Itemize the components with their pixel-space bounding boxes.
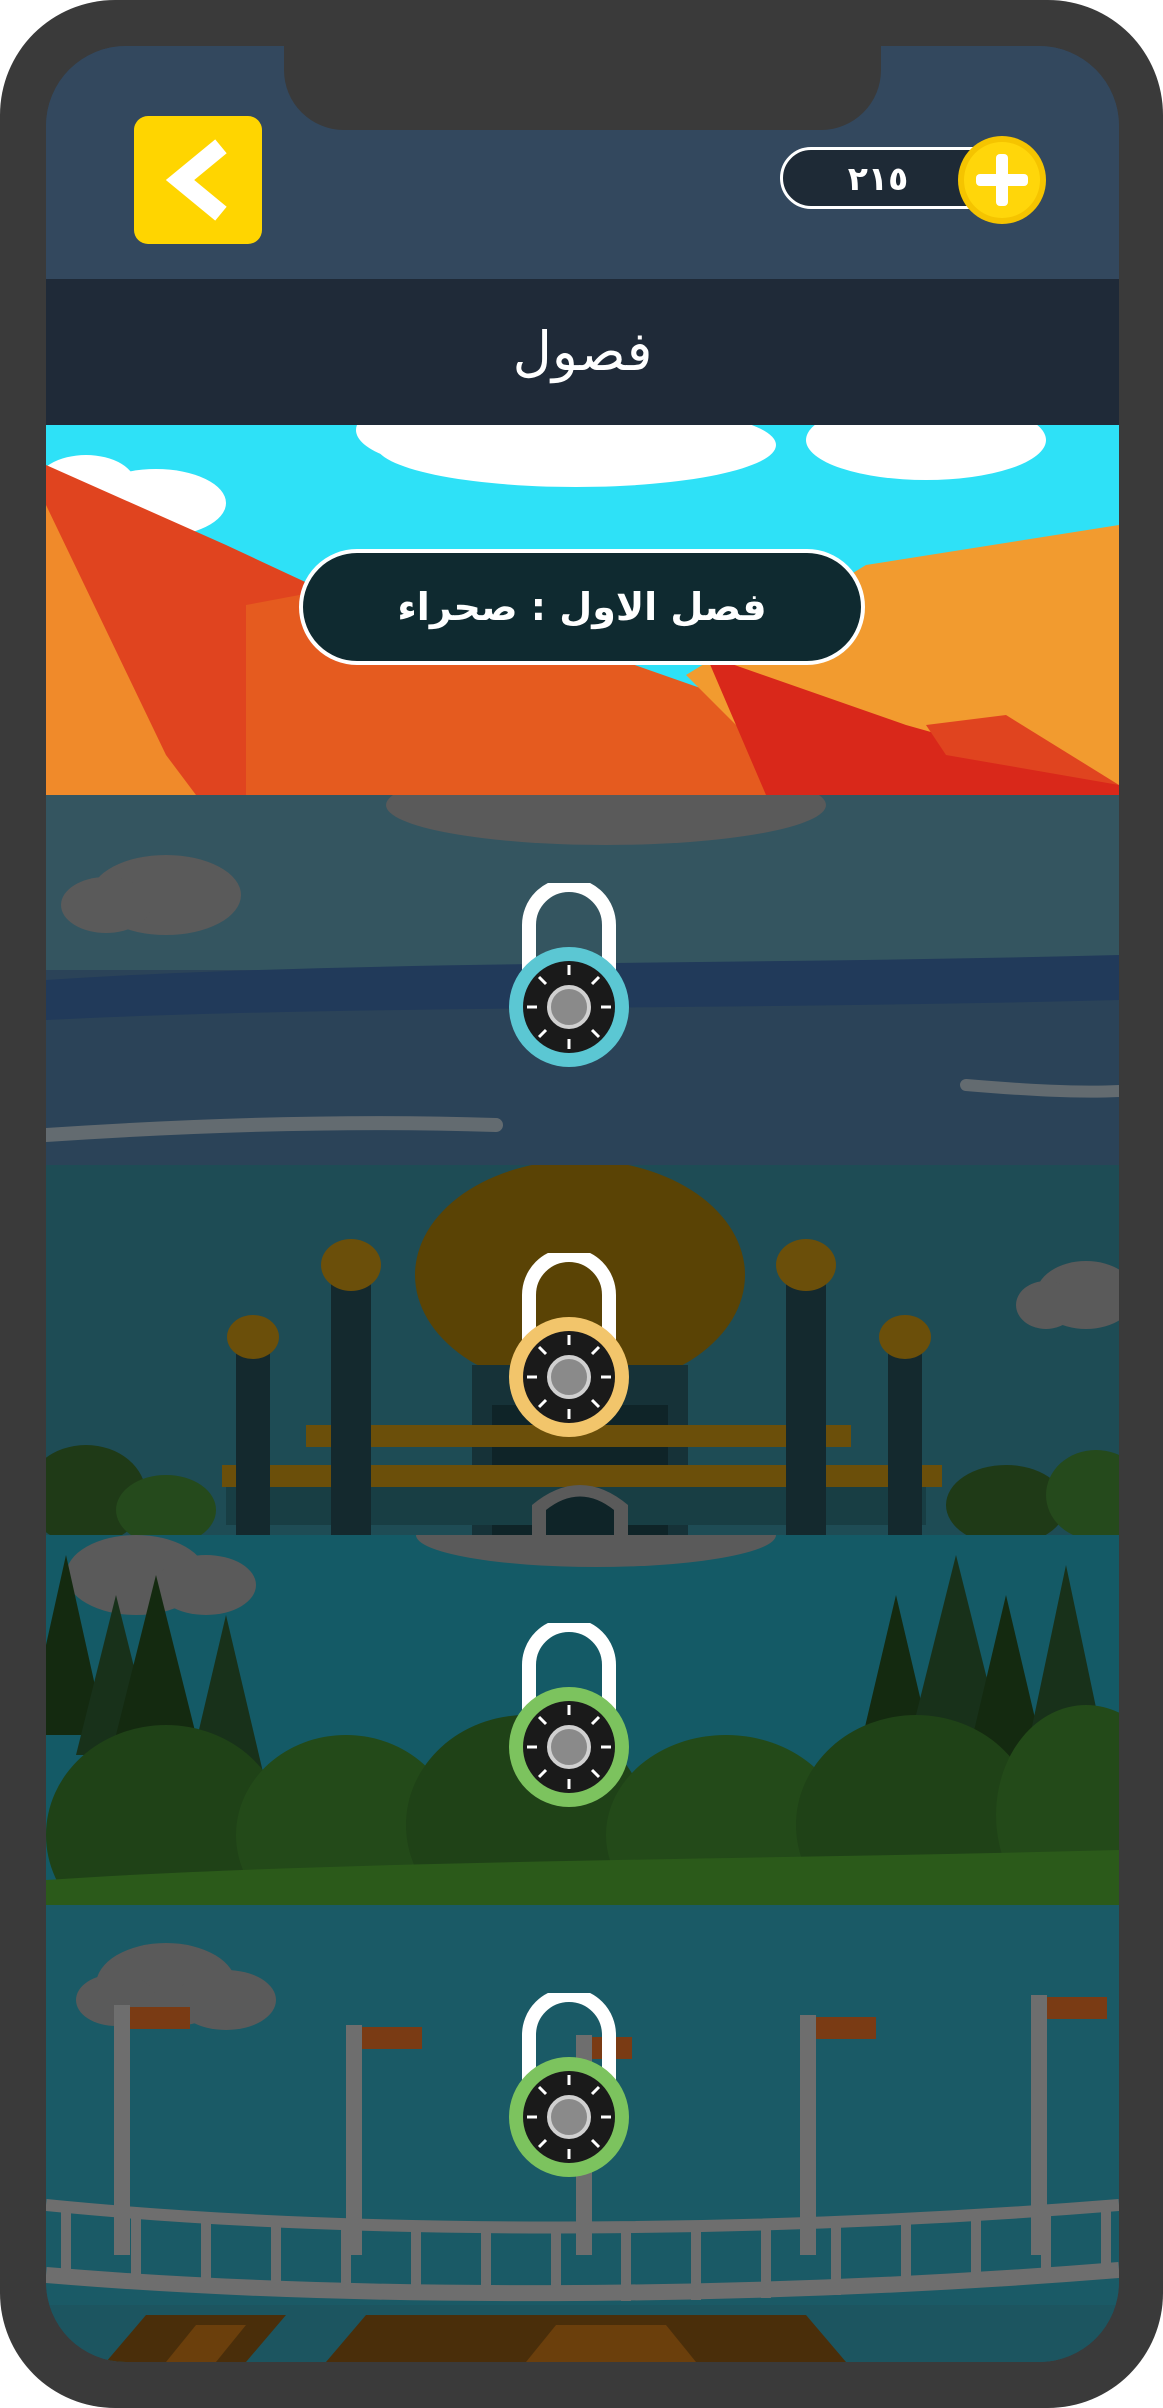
lock-icon	[509, 1993, 629, 2177]
add-coins-button[interactable]	[956, 134, 1048, 226]
title-bar: فصول	[46, 279, 1119, 425]
plus-icon	[958, 136, 1046, 224]
chapter-card-sea[interactable]	[46, 795, 1119, 1165]
chapter-card-mosque[interactable]	[46, 1165, 1119, 1535]
chapter-title: فصل الاول : صحراء	[299, 549, 865, 665]
chapter-card-bridge[interactable]	[46, 1905, 1119, 2362]
page-title: فصول	[512, 320, 653, 383]
lock-icon	[509, 1623, 629, 1807]
lock-icon	[509, 883, 629, 1067]
chapter-card-desert[interactable]: فصل الاول : صحراء	[46, 425, 1119, 795]
coin-count: ٢١٥	[847, 159, 909, 198]
back-button[interactable]	[134, 116, 262, 244]
chevron-left-icon	[165, 139, 227, 221]
device-notch	[284, 46, 881, 130]
phone-frame: ٢١٥ فصول فصل الاول: صحراء	[0, 0, 1163, 2408]
app-screen: ٢١٥ فصول فصل الاول: صحراء	[46, 46, 1119, 2362]
lock-icon	[509, 1253, 629, 1437]
chapter-card-forest[interactable]	[46, 1535, 1119, 1905]
